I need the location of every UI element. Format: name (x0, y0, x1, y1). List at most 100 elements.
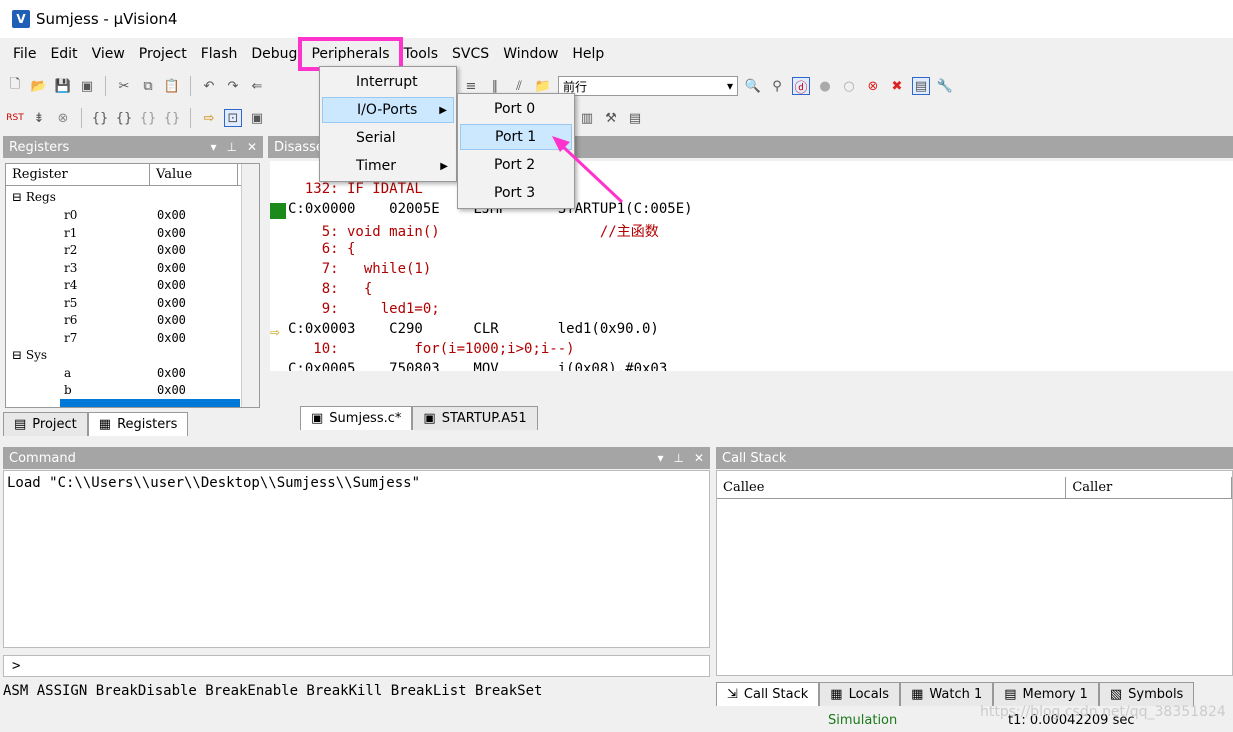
menu-flash[interactable]: Flash (194, 43, 245, 65)
configure-icon[interactable]: 🔧 (936, 77, 954, 95)
step-out-icon[interactable]: {} (139, 109, 157, 127)
disassembly-line[interactable]: 10: for(i=1000;i>0;i--) (288, 341, 574, 357)
breakpoint-disable-all-icon[interactable]: ⊗ (864, 77, 882, 95)
reg-value[interactable]: 0x00 (157, 226, 186, 240)
redo-icon[interactable]: ↷ (224, 77, 242, 95)
tab-sumjess-c[interactable]: ▣ Sumjess.c* (300, 406, 413, 430)
reg-name[interactable]: r6 (64, 313, 77, 327)
disassembly-view[interactable]: 132: IF IDATAL C:0x0000 02005E LJMP START… (270, 161, 1233, 371)
reg-value[interactable]: 0x00 (157, 296, 186, 310)
menu-peripherals[interactable]: Peripherals (298, 37, 403, 71)
reg-value[interactable]: 0x00 (157, 278, 186, 292)
reg-name[interactable]: a (64, 366, 71, 380)
window-layout-icon[interactable]: ▤ (912, 77, 930, 95)
column-value[interactable]: Value (150, 164, 238, 185)
menu-item-timer[interactable]: Timer ▶ (322, 153, 454, 179)
column-caller[interactable]: Caller (1066, 477, 1232, 498)
reg-name[interactable]: r5 (64, 296, 77, 310)
find-icon[interactable]: 🔍 (744, 77, 762, 95)
reg-value[interactable]: 0x00 (157, 366, 186, 380)
breakpoint-kill-all-icon[interactable]: ✖ (888, 77, 906, 95)
disassembly-line[interactable]: 9: led1=0; (288, 301, 440, 317)
menu-file[interactable]: File (6, 43, 43, 65)
menu-project[interactable]: Project (132, 43, 194, 65)
disassembly-line[interactable]: 7: while(1) (288, 261, 432, 277)
menu-window[interactable]: Window (496, 43, 565, 65)
reg-value[interactable]: 0x00 (157, 313, 186, 327)
show-next-statement-icon[interactable]: ⇨ (200, 109, 218, 127)
menu-view[interactable]: View (85, 43, 132, 65)
disassembly-window-icon[interactable]: ▣ (248, 109, 266, 127)
tab-startup-a51[interactable]: ▣ STARTUP.A51 (412, 406, 538, 430)
tab-call-stack[interactable]: ⇲ Call Stack (716, 682, 820, 706)
toolbox-icon[interactable]: ⚒ (602, 109, 620, 127)
reg-name[interactable]: r0 (64, 208, 77, 222)
undo-icon[interactable]: ↶ (200, 77, 218, 95)
disassembly-line[interactable]: 132: IF IDATAL (288, 181, 423, 197)
reg-name[interactable]: r1 (64, 226, 77, 240)
new-file-icon[interactable]: 🗋 (6, 77, 24, 95)
tree-group-regs[interactable]: Regs (26, 190, 56, 204)
open-folder-icon[interactable]: 📂 (30, 77, 48, 95)
command-output[interactable]: Load "C:\\Users\\user\\Desktop\\Sumjess\… (3, 470, 710, 648)
dropdown-icon[interactable]: ▾ (210, 140, 216, 154)
breakpoint-insert-icon[interactable]: ● (816, 77, 834, 95)
command-input[interactable]: > (3, 655, 710, 677)
save-icon[interactable]: 💾 (54, 77, 72, 95)
nav-back-icon[interactable]: ⇐ (248, 77, 266, 95)
menu-item-io-ports[interactable]: I/O-Ports ▶ (322, 97, 454, 123)
run-icon[interactable]: ⇟ (30, 109, 48, 127)
menu-debug[interactable]: Debug (244, 43, 304, 65)
tab-registers[interactable]: ▦ Registers (87, 412, 189, 436)
stop-icon[interactable]: ⊗ (54, 109, 72, 127)
step-into-icon[interactable]: {} (91, 109, 109, 127)
find-combo[interactable]: 前行 ▾ (558, 76, 738, 96)
close-icon[interactable]: ✕ (247, 140, 257, 154)
reg-name[interactable]: r2 (64, 243, 77, 257)
selected-row[interactable] (60, 399, 240, 407)
column-register[interactable]: Register (6, 164, 150, 185)
copy-icon[interactable]: ⧉ (139, 77, 157, 95)
disassembly-line[interactable]: C:0x0005 750803 MOV i(0x08),#0x03 (288, 361, 667, 371)
windows-icon[interactable]: ▤ (626, 109, 644, 127)
close-icon[interactable]: ✕ (694, 451, 704, 465)
collapse-icon[interactable]: ⊟ (12, 348, 22, 362)
menu-item-interrupt[interactable]: Interrupt (322, 69, 454, 95)
command-window-icon[interactable]: ⊡ (224, 109, 242, 127)
disassembly-line[interactable]: C:0x0003 C290 CLR led1(0x90.0) (288, 321, 659, 337)
menu-help[interactable]: Help (565, 43, 611, 65)
pin-icon[interactable]: ⊥ (226, 140, 236, 154)
disassembly-line[interactable]: 8: { (288, 281, 373, 297)
tab-symbols[interactable]: ▧ Symbols (1098, 682, 1195, 706)
save-all-icon[interactable]: ▣ (78, 77, 96, 95)
column-callee[interactable]: Callee (717, 477, 1067, 498)
reg-value[interactable]: 0x00 (157, 243, 186, 257)
reg-value[interactable]: 0x00 (157, 208, 186, 222)
menu-edit[interactable]: Edit (43, 43, 84, 65)
run-to-cursor-icon[interactable]: {} (163, 109, 181, 127)
reg-name[interactable]: r7 (64, 331, 77, 345)
paste-icon[interactable]: 📋 (163, 77, 181, 95)
menu-item-serial[interactable]: Serial (322, 125, 454, 151)
trace-window-icon[interactable]: ▥ (578, 109, 596, 127)
reg-value[interactable]: 0x00 (157, 331, 186, 345)
dropdown-icon[interactable]: ▾ (657, 451, 663, 465)
tab-memory-1[interactable]: ▤ Memory 1 (993, 682, 1099, 706)
menu-item-port-0[interactable]: Port 0 (460, 96, 572, 122)
tab-locals[interactable]: ▦ Locals (819, 682, 901, 706)
pin-icon[interactable]: ⊥ (673, 451, 683, 465)
menu-svcs[interactable]: SVCS (445, 43, 496, 65)
debug-session-icon[interactable]: ⓓ (792, 77, 810, 96)
menu-tools[interactable]: Tools (397, 43, 446, 65)
reg-value[interactable]: 0x00 (157, 383, 186, 397)
step-over-icon[interactable]: {} (115, 109, 133, 127)
registers-scrollbar[interactable] (241, 164, 259, 407)
collapse-icon[interactable]: ⊟ (12, 190, 22, 204)
tree-group-sys[interactable]: Sys (26, 348, 47, 362)
disassembly-line[interactable]: 5: void main() //主函数 (288, 221, 659, 241)
disassembly-line[interactable]: 6: { (288, 241, 356, 257)
tab-watch-1[interactable]: ▦ Watch 1 (900, 682, 994, 706)
reg-name[interactable]: r3 (64, 261, 77, 275)
tab-project[interactable]: ▤ Project (3, 412, 88, 436)
reset-icon[interactable]: RST (6, 109, 24, 127)
